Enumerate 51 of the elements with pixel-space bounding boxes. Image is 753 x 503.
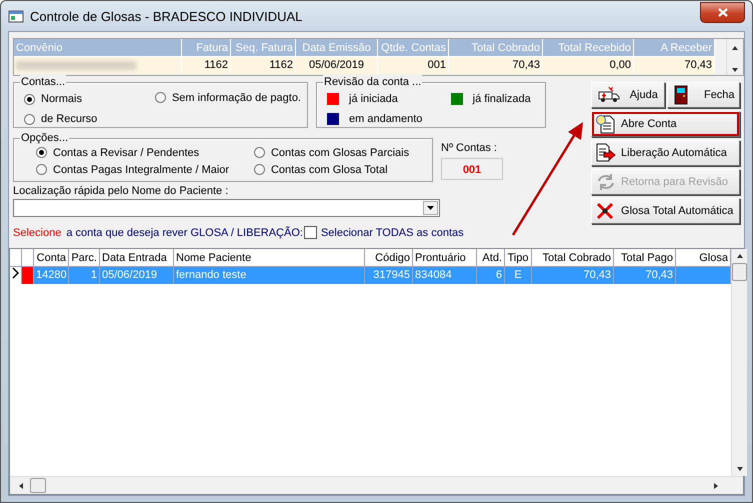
action-button[interactable]: Fecha [666,82,740,108]
column-header[interactable]: Atd. [477,249,505,267]
action-button[interactable]: Ajuda [591,82,665,108]
radio-option[interactable]: Contas com Glosas Parciais [254,144,428,161]
table-cell: 1162 [231,57,296,74]
action-button[interactable]: Glosa Total Automática [591,198,740,224]
column-header[interactable]: Nome Paciente [174,249,365,267]
table-cell: 0,00 [543,57,634,74]
column-header[interactable]: Código [365,249,413,267]
action-button[interactable]: Abre Conta [591,111,740,137]
search-label: Localização rápida pelo Nome do Paciente : [13,185,230,197]
table-cell: 1162 [182,57,231,74]
table-cell: 05/06/2019 [100,267,174,284]
table-cell: 70,43 [634,57,715,74]
column-header[interactable]: Total Pago [614,249,676,267]
table-cell: 317945 [365,267,413,284]
radio-option[interactable]: Contas com Glosa Total [254,161,428,178]
account-count-label: Nº Contas : [441,142,498,154]
instruction-text: a conta que deseja rever GLOSA / LIBERAÇÃO: [66,226,303,238]
radio-option[interactable]: Contas a Revisar / Pendentes [36,144,248,161]
table-cell: 70,43 [614,267,676,284]
column-header[interactable]: Conta [34,249,69,267]
table-cell: fernando teste [174,267,365,284]
table-cell: 70,43 [449,57,543,74]
table-cell: 05/06/2019 [296,57,378,74]
window-title: Controle de Glosas - BRADESCO INDIVIDUAL [30,8,302,24]
column-header[interactable]: Total Cobrado [532,249,614,267]
action-button[interactable]: Liberação Automática [591,140,740,166]
select-all-checkbox[interactable]: Selecionar TODAS as contas [302,226,464,239]
table-cell: 001 [378,57,449,74]
legend-label: já iniciada [349,93,398,105]
radio-option[interactable]: de Recurso [24,109,122,129]
instruction-highlight: Selecione [13,226,62,238]
column-header[interactable]: Data Entrada [100,249,174,267]
column-header[interactable]: Parc. [69,249,100,267]
table-cell: 1 [69,267,100,284]
table-cell: 70,43 [532,267,614,284]
group-title: Opções... [20,131,70,145]
account-count-value: 001 [441,158,503,180]
table-cell: 14280 [34,267,69,284]
table-cell: 6 [477,267,505,284]
column-header[interactable]: Prontuário [413,249,477,267]
table-cell: 834084 [413,267,477,284]
legend-label: já finalizada [472,93,531,105]
radio-option[interactable]: Normais [24,89,122,109]
radio-option[interactable]: Contas Pagas Integralmente / Maior [36,161,248,178]
table-cell: E [505,267,532,284]
column-header[interactable]: Glosa [676,249,731,267]
column-header[interactable]: Tipo [505,249,532,267]
radio-option[interactable]: Sem informação de pagto. [154,89,301,106]
legend-label: em andamento [349,113,422,125]
